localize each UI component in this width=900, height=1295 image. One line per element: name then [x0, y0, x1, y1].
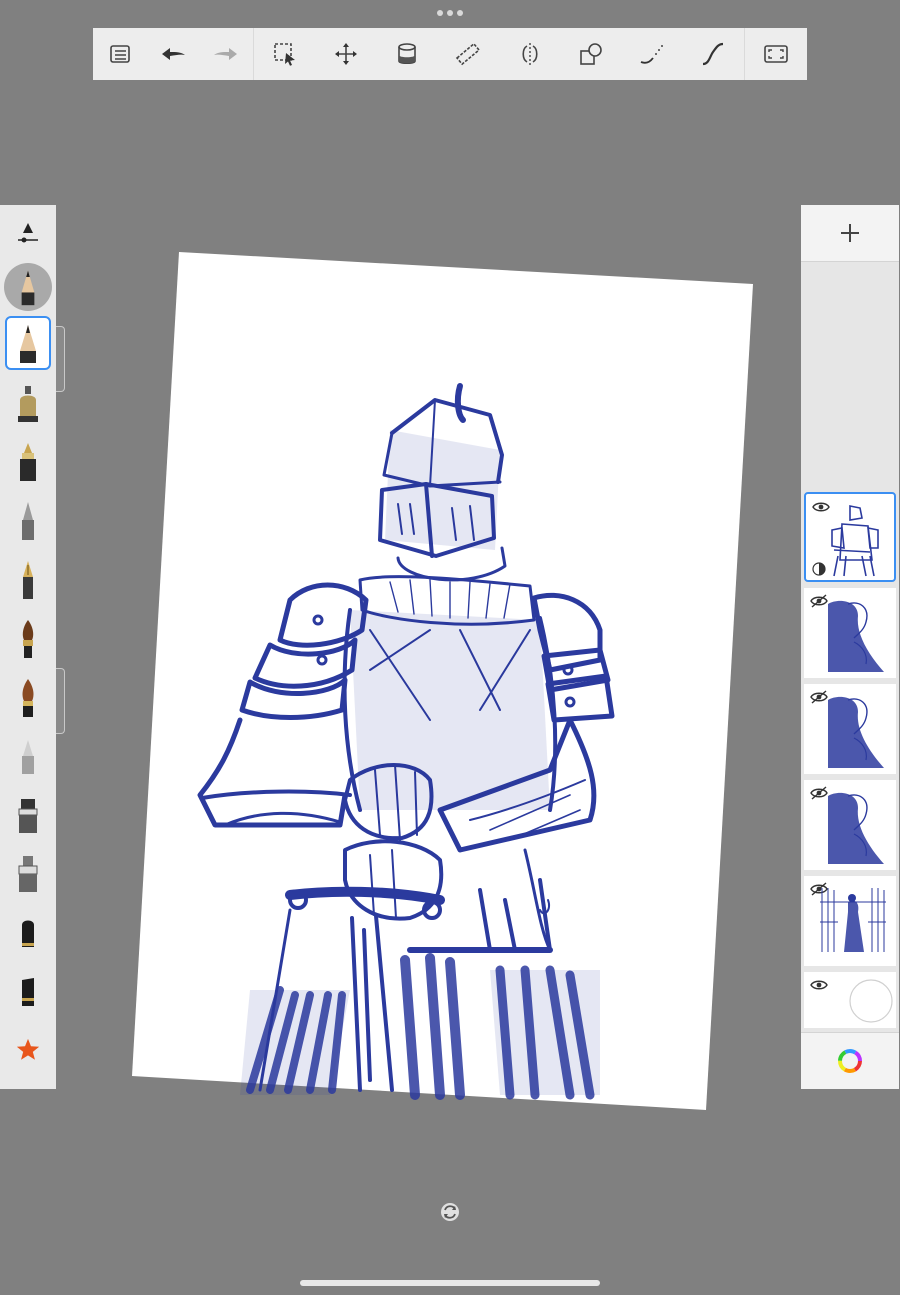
brush-size-slider[interactable] [0, 205, 56, 261]
background-color-swatch[interactable] [848, 978, 894, 1024]
steady-stroke-button[interactable] [687, 28, 739, 80]
plus-icon [841, 224, 859, 242]
layer-thumbnail-figure-2[interactable] [804, 684, 896, 774]
ballpoint-icon [22, 502, 34, 540]
blend-mode-icon[interactable] [812, 562, 826, 576]
pencil-icon [20, 325, 36, 363]
list-icon [109, 45, 130, 63]
home-indicator[interactable] [300, 1280, 600, 1286]
layer-thumbnail-background[interactable] [804, 972, 896, 1028]
eraser-icon [22, 740, 34, 774]
brush-panel-tab-lower[interactable] [56, 668, 65, 734]
eye-icon[interactable] [810, 978, 828, 992]
menu-list-button[interactable] [94, 28, 146, 80]
favorites-button[interactable] [5, 1023, 51, 1077]
redo-icon [214, 48, 238, 60]
redo-button[interactable] [200, 28, 252, 80]
inking-pen-icon [20, 443, 36, 481]
layer-thumbnail-crowd[interactable] [804, 876, 896, 966]
brush-inking-pen[interactable] [5, 434, 51, 488]
predictive-stroke-button[interactable] [626, 28, 678, 80]
brush-airbrush[interactable] [5, 375, 51, 429]
steady-stroke-icon [703, 42, 724, 66]
brush-wide-marker[interactable] [5, 847, 51, 901]
brush-pencil[interactable] [5, 316, 51, 370]
shapes-icon [580, 43, 602, 65]
layer-thumbnail-figure-3[interactable] [804, 780, 896, 870]
brush-stamp[interactable] [5, 906, 51, 960]
favorites-star-icon [16, 1038, 40, 1060]
drawing-canvas[interactable] [130, 250, 755, 1110]
brush-paintbrush[interactable] [5, 611, 51, 665]
figure-thumbnail [828, 792, 884, 864]
stamp-icon [22, 920, 34, 947]
brush-eraser[interactable] [5, 729, 51, 783]
top-toolbar [93, 28, 807, 80]
paintbrush-icon [22, 620, 34, 658]
symmetry-icon [522, 43, 538, 65]
round-brush-icon [22, 679, 34, 717]
brush-marker[interactable] [5, 788, 51, 842]
color-wheel-icon [838, 1049, 862, 1073]
current-brush-preview[interactable] [4, 263, 52, 311]
selection-icon [273, 43, 295, 66]
crowd-thumbnail [820, 888, 886, 952]
undo-button[interactable] [147, 28, 199, 80]
figure-thumbnail [828, 696, 884, 768]
wide-marker-icon [18, 856, 38, 892]
add-layer-button[interactable] [801, 205, 899, 262]
selection-tool-button[interactable] [259, 28, 311, 80]
knight-sketch-artwork [132, 252, 753, 1110]
airbrush-icon [18, 386, 38, 422]
more-options-handle[interactable] [437, 8, 463, 18]
color-picker-button[interactable] [801, 1032, 899, 1089]
figure-thumbnail [828, 600, 884, 672]
brush-round[interactable] [5, 670, 51, 724]
fill-tool-button[interactable] [381, 28, 433, 80]
brush-fountain-pen[interactable] [5, 552, 51, 606]
fullscreen-button[interactable] [750, 28, 802, 80]
marker-icon [18, 799, 38, 833]
symmetry-tool-button[interactable] [504, 28, 556, 80]
layer-thumbnail-knight[interactable] [804, 492, 896, 582]
fill-bucket-icon [398, 43, 416, 65]
ruler-icon [456, 42, 481, 66]
shapes-tool-button[interactable] [565, 28, 617, 80]
brush-properties-icon [18, 223, 38, 243]
predictive-stroke-icon [640, 45, 664, 64]
layers-panel [801, 205, 899, 1089]
rotate-reset-icon[interactable] [439, 1201, 461, 1223]
brush-chisel[interactable] [5, 965, 51, 1019]
fullscreen-icon [764, 45, 788, 63]
transform-icon [334, 43, 357, 65]
pencil-icon [21, 270, 35, 306]
layer-thumbnail-figure-1[interactable] [804, 588, 896, 678]
undo-icon [161, 48, 185, 60]
brush-library-panel [0, 205, 56, 1089]
ruler-tool-button[interactable] [442, 28, 494, 80]
knight-thumbnail [831, 505, 879, 577]
brush-panel-tab-upper[interactable] [56, 326, 65, 392]
brush-ballpoint[interactable] [5, 493, 51, 547]
fountain-pen-icon [23, 561, 33, 599]
chisel-icon [22, 978, 34, 1006]
transform-tool-button[interactable] [320, 28, 372, 80]
